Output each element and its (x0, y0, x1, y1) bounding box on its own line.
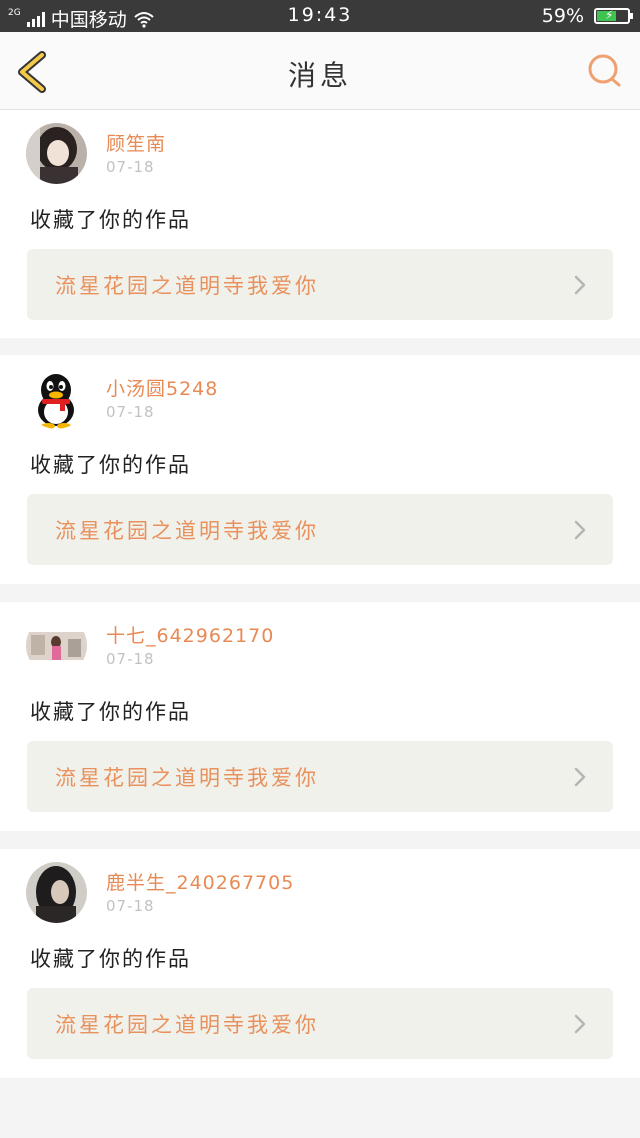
status-right: 59% ⚡ (541, 5, 633, 27)
message-card: 鹿半生_240267705 07-18 收藏了你的作品 流星花园之道明寺我爱你 (0, 849, 640, 1078)
action-text: 收藏了你的作品 (30, 453, 191, 477)
username[interactable]: 小汤圆5248 (106, 374, 218, 401)
page-title: 消息 (287, 59, 352, 92)
photo-girl-avatar-icon (26, 123, 87, 184)
message-card: 小汤圆5248 07-18 收藏了你的作品 流星花园之道明寺我爱你 (0, 355, 640, 584)
battery-icon: ⚡ (594, 8, 633, 24)
work-link[interactable]: 流星花园之道明寺我爱你 (27, 741, 613, 812)
search-icon[interactable] (586, 52, 622, 88)
chevron-right-icon (574, 1014, 586, 1034)
penguin-avatar-icon (26, 368, 87, 429)
message-date: 07-18 (106, 158, 155, 176)
message-card: 顾笙南 07-18 收藏了你的作品 流星花园之道明寺我爱你 (0, 110, 640, 338)
action-text: 收藏了你的作品 (30, 947, 191, 971)
avatar[interactable] (26, 862, 87, 923)
work-link[interactable]: 流星花园之道明寺我爱你 (27, 988, 613, 1059)
avatar[interactable] (26, 123, 87, 184)
username[interactable]: 鹿半生_240267705 (106, 868, 294, 895)
chevron-right-icon (574, 767, 586, 787)
message-card: 十七_642962170 07-18 收藏了你的作品 流星花园之道明寺我爱你 (0, 602, 640, 831)
chevron-right-icon (574, 520, 586, 540)
work-title: 流星花园之道明寺我爱你 (55, 274, 319, 298)
chevron-right-icon (574, 275, 586, 295)
action-text: 收藏了你的作品 (30, 700, 191, 724)
nav-header: 消息 (0, 32, 640, 110)
avatar[interactable] (26, 368, 87, 429)
work-link[interactable]: 流星花园之道明寺我爱你 (27, 249, 613, 320)
message-date: 07-18 (106, 650, 155, 668)
battery-percent: 59% (541, 5, 584, 27)
work-title: 流星花园之道明寺我爱你 (55, 519, 319, 543)
message-list: 顾笙南 07-18 收藏了你的作品 流星花园之道明寺我爱你 小汤圆5248 07… (0, 110, 640, 1096)
message-date: 07-18 (106, 403, 155, 421)
message-date: 07-18 (106, 897, 155, 915)
work-link[interactable]: 流星花园之道明寺我爱你 (27, 494, 613, 565)
photo-room-avatar-icon (26, 615, 87, 676)
status-bar: 2G 中国移动 19:43 59% ⚡ (0, 0, 640, 32)
avatar[interactable] (26, 615, 87, 676)
username[interactable]: 十七_642962170 (106, 621, 274, 648)
work-title: 流星花园之道明寺我爱你 (55, 1013, 319, 1037)
action-text: 收藏了你的作品 (30, 208, 191, 232)
work-title: 流星花园之道明寺我爱你 (55, 766, 319, 790)
photo-dark-avatar-icon (26, 862, 87, 923)
username[interactable]: 顾笙南 (106, 129, 166, 156)
